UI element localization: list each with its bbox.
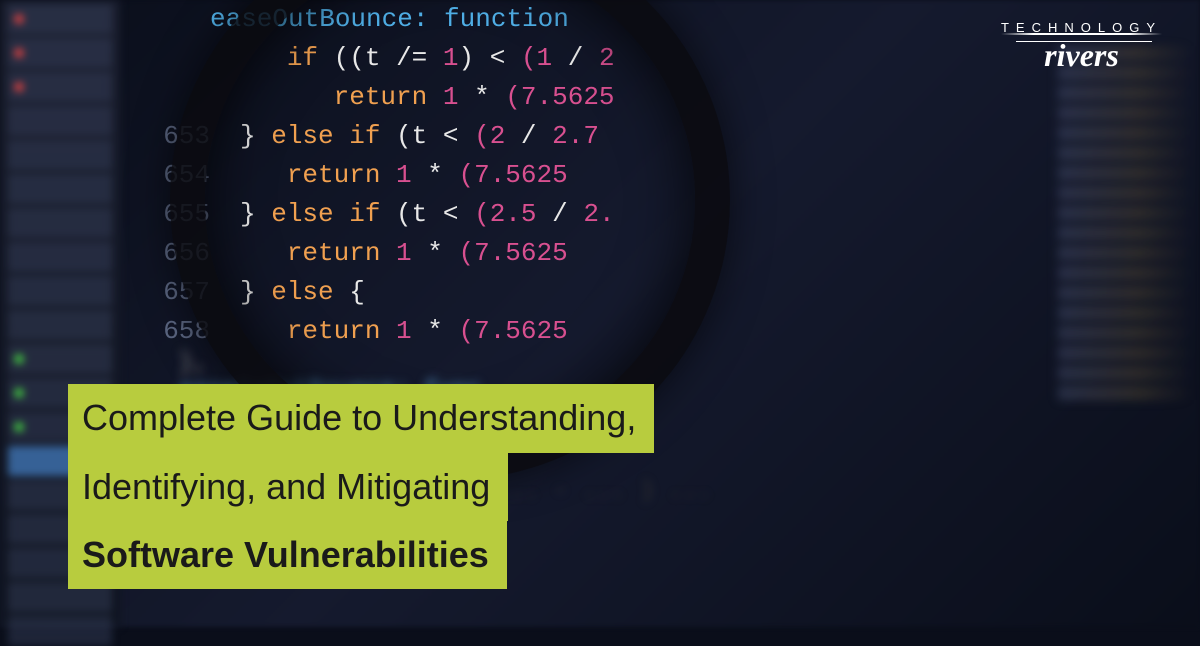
title-line-3: Software Vulnerabilities	[68, 521, 507, 589]
right-panel-blur	[1050, 40, 1200, 627]
logo-bottom-text: rivers	[1001, 37, 1162, 74]
code-header: easeOutBounce: function	[210, 4, 569, 34]
title-line-2: Identifying, and Mitigating	[68, 453, 508, 521]
hero-title: Complete Guide to Understanding, Identif…	[68, 384, 654, 589]
title-line-1: Complete Guide to Understanding,	[68, 384, 654, 452]
brand-logo: TECHNOLOGY rivers	[1001, 20, 1162, 74]
code-magnified: easeOutBounce: function if ((t /= 1) < (…	[150, 0, 770, 380]
